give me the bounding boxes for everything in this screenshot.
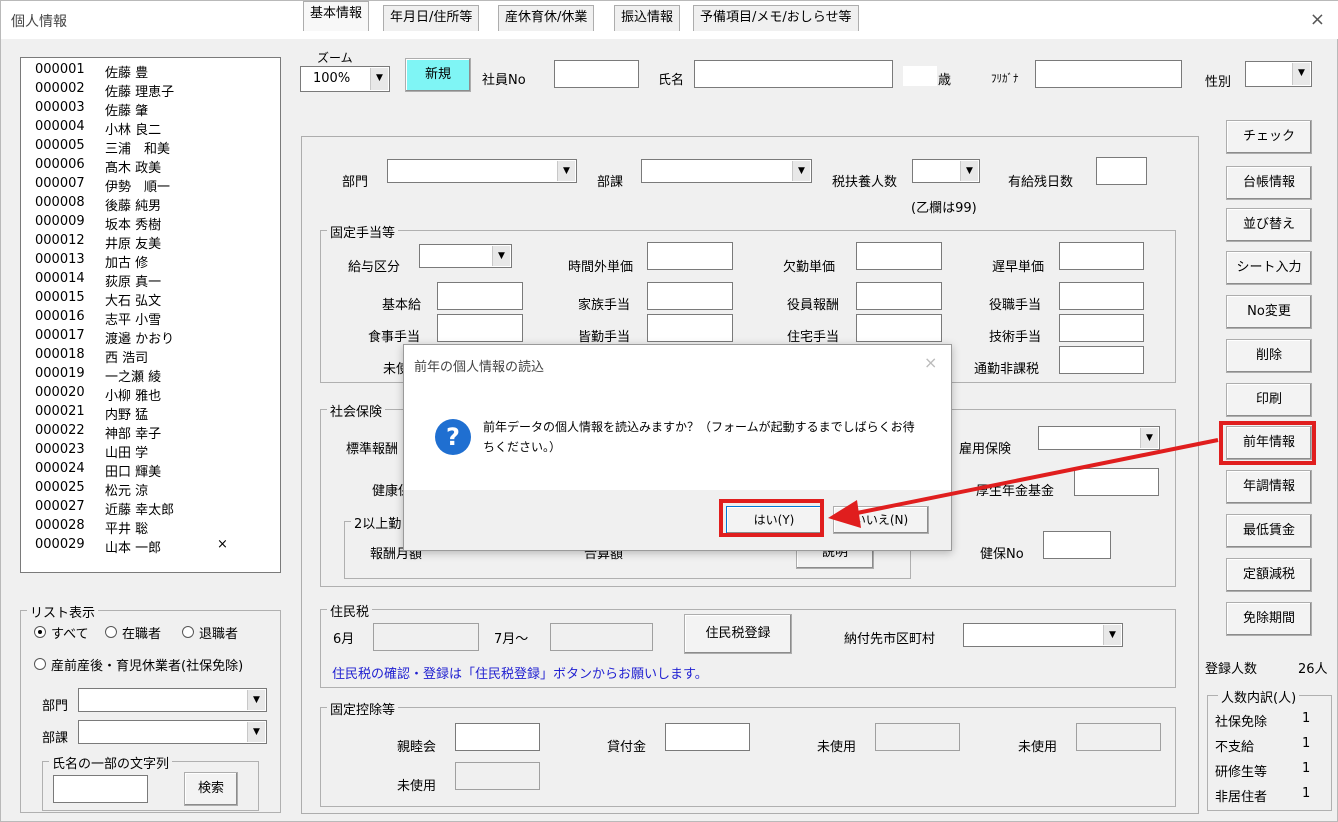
arrow-head [828, 500, 861, 528]
tab-basic[interactable]: 基本情報 [303, 1, 370, 31]
arrow-shaft [851, 438, 1219, 516]
annotation-arrow [828, 438, 1219, 528]
